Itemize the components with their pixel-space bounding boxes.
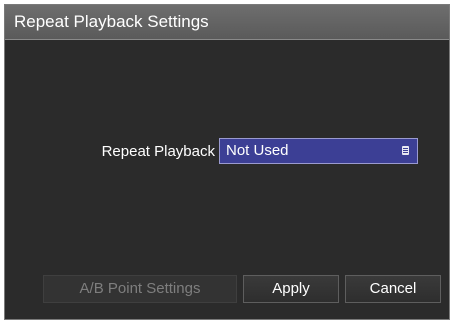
repeat-playback-select[interactable]: Not Used (219, 138, 418, 164)
repeat-playback-selected-value: Not Used (226, 142, 289, 159)
repeat-playback-settings-dialog: Repeat Playback Settings Repeat Playback… (4, 4, 450, 320)
cancel-button[interactable]: Cancel (345, 275, 441, 303)
repeat-playback-label: Repeat Playback (101, 143, 215, 160)
list-icon (402, 146, 409, 155)
ab-point-settings-button[interactable]: A/B Point Settings (43, 275, 237, 303)
dialog-title: Repeat Playback Settings (14, 12, 209, 31)
dialog-titlebar: Repeat Playback Settings (5, 5, 449, 40)
apply-button[interactable]: Apply (243, 275, 339, 303)
